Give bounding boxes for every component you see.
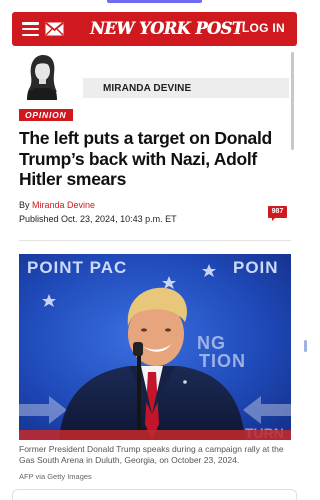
side-scroll-handle[interactable]	[304, 340, 307, 352]
backdrop-text-mid1: NG	[197, 333, 226, 353]
comments-button[interactable]: 987	[268, 206, 287, 221]
site-logo[interactable]: NEW YORK POST	[90, 17, 244, 41]
byline-prefix: By	[19, 200, 33, 210]
site-header: NEW YORK POST LOG IN	[12, 12, 297, 46]
browser-tab-indicator	[107, 0, 202, 3]
author-header[interactable]: MIRANDA DEVINE	[19, 52, 289, 102]
backdrop-text-mid2: TION	[199, 351, 246, 371]
section-tag[interactable]: OPINION	[19, 109, 73, 121]
byline: By Miranda Devine	[19, 200, 95, 210]
backdrop-text-right: POIN	[233, 258, 279, 277]
author-avatar	[19, 52, 65, 100]
photo-caption: Former President Donald Trump speaks dur…	[19, 444, 284, 465]
byline-author-link[interactable]: Miranda Devine	[32, 200, 95, 210]
login-button[interactable]: LOG IN	[242, 21, 285, 35]
article-photo[interactable]: POINT PAC POIN NG TION TURN	[19, 254, 291, 440]
next-content-card	[12, 489, 297, 500]
article-headline: The left puts a target on Donald Trump’s…	[19, 128, 272, 189]
author-name[interactable]: MIRANDA DEVINE	[83, 78, 289, 98]
photo-credit: AFP via Getty Images	[19, 472, 92, 481]
photo-illustration: POINT PAC POIN NG TION TURN	[19, 254, 291, 440]
divider	[19, 240, 291, 241]
envelope-icon[interactable]	[45, 22, 64, 36]
speech-bubble-icon	[272, 217, 276, 221]
comment-count: 987	[268, 206, 287, 218]
backdrop-text-left: POINT PAC	[27, 258, 127, 277]
scrollbar[interactable]	[291, 52, 294, 150]
hamburger-menu-icon[interactable]	[22, 22, 39, 36]
published-date: Published Oct. 23, 2024, 10:43 p.m. ET	[19, 214, 177, 224]
